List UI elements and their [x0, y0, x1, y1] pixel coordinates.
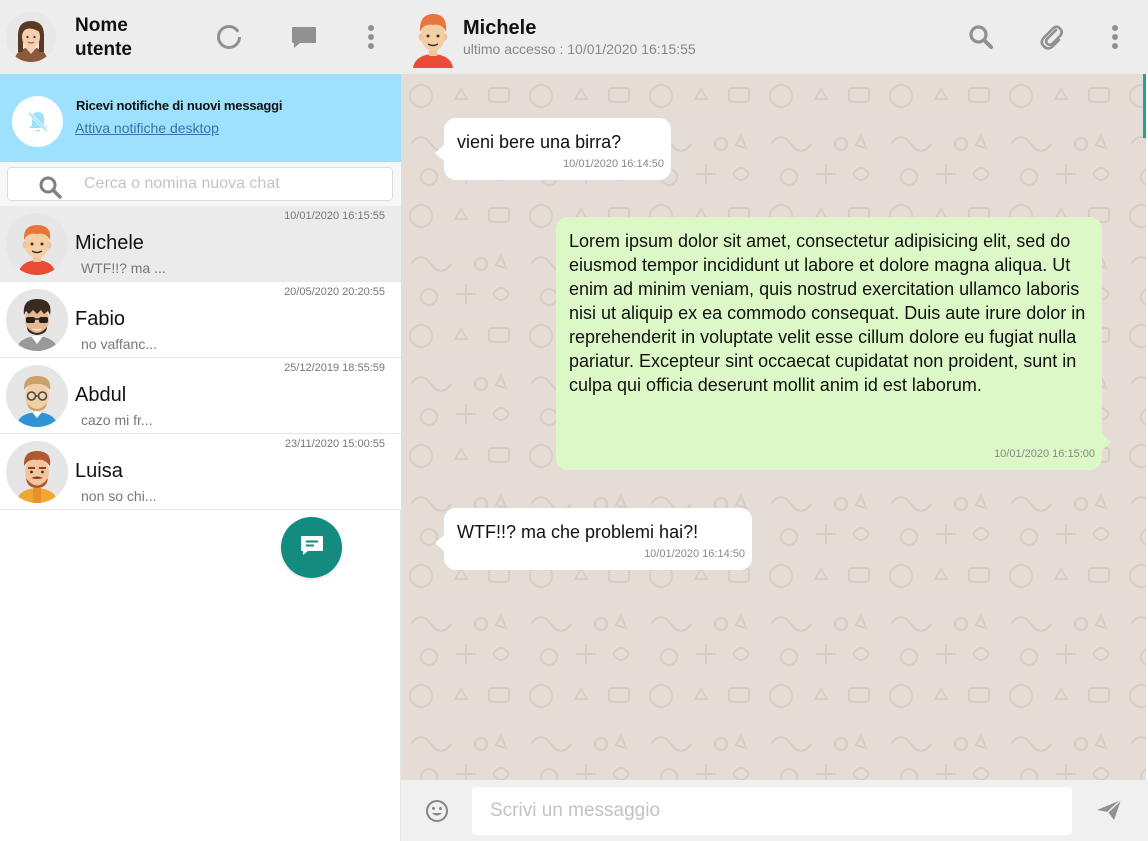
chat-name: Michele: [75, 232, 144, 254]
new-chat-icon: [299, 533, 325, 562]
status-ring-icon[interactable]: [214, 22, 244, 52]
search-box: [7, 167, 393, 201]
search-bar: [0, 162, 401, 206]
chat-time: 20/05/2020 20:20:55: [284, 286, 385, 298]
contact-avatar[interactable]: [409, 8, 457, 68]
message-list[interactable]: vieni bere una birra? 10/01/2020 16:14:5…: [401, 74, 1146, 780]
avatar: [6, 441, 68, 503]
user-avatar[interactable]: [6, 12, 56, 62]
avatar: [6, 289, 68, 351]
chat-item-luisa[interactable]: 23/11/2020 15:00:55 Luisa non so chi...: [0, 434, 401, 510]
chat-name: Fabio: [75, 308, 126, 330]
chat-last-message: cazo mi fr...: [81, 412, 153, 428]
scrollbar[interactable]: [1143, 74, 1146, 138]
search-input[interactable]: [84, 172, 384, 196]
enable-notifications-link[interactable]: Attiva notifiche desktop: [75, 120, 219, 136]
send-icon[interactable]: [1096, 798, 1122, 827]
message-text: Lorem ipsum dolor sit amet, consectetur …: [569, 231, 1086, 395]
chat-header: Michele ultimo accesso : 10/01/2020 16:1…: [401, 0, 1148, 74]
message-sent: Lorem ipsum dolor sit amet, consectetur …: [556, 217, 1111, 470]
avatar: [6, 213, 68, 275]
notification-banner: Ricevi notifiche di nuovi messaggi Attiv…: [0, 74, 401, 162]
search-icon[interactable]: [966, 22, 996, 52]
message-time: 10/01/2020 16:14:50: [563, 158, 664, 170]
chat-item-abdul[interactable]: 25/12/2019 18:55:59 Abdul cazo mi fr...: [0, 358, 401, 434]
compose-bar: [401, 780, 1148, 841]
chat-panel: Michele ultimo accesso : 10/01/2020 16:1…: [401, 0, 1148, 841]
menu-dots-icon[interactable]: [1102, 22, 1128, 52]
sidebar-header: Nome utente: [0, 0, 401, 74]
message-time: 10/01/2020 16:15:00: [994, 448, 1095, 460]
chat-item-michele[interactable]: 10/01/2020 16:15:55 Michele WTF!!? ma ..…: [0, 206, 401, 282]
chat-name: Abdul: [75, 384, 127, 406]
chat-time: 25/12/2019 18:55:59: [284, 362, 385, 374]
avatar: [6, 365, 68, 427]
menu-dots-icon[interactable]: [358, 22, 384, 52]
sidebar: Nome utente Ricevi notifiche di nuovi me…: [0, 0, 401, 841]
smiley-icon[interactable]: [425, 799, 449, 828]
bell-off-icon[interactable]: [12, 96, 63, 147]
message-received: WTF!!? ma che problemi hai?! 10/01/2020 …: [435, 508, 752, 570]
message-text: vieni bere una birra?: [457, 132, 622, 152]
contact-last-seen: ultimo accesso : 10/01/2020 16:15:55: [463, 41, 696, 57]
message-input[interactable]: [472, 787, 1072, 835]
chat-last-message: no vaffanc...: [81, 336, 158, 352]
chat-last-message: non so chi...: [81, 488, 157, 504]
chat-item-fabio[interactable]: 20/05/2020 20:20:55 Fabio no vaffanc...: [0, 282, 401, 358]
message-time: 10/01/2020 16:14:50: [644, 548, 745, 560]
chat-time: 23/11/2020 15:00:55: [284, 438, 385, 450]
notification-title: Ricevi notifiche di nuovi messaggi: [76, 98, 283, 113]
user-name: Nome utente: [75, 15, 132, 60]
chat-last-message: WTF!!? ma ...: [81, 260, 166, 276]
message-received: vieni bere una birra? 10/01/2020 16:14:5…: [435, 118, 671, 180]
search-icon: [38, 175, 62, 204]
chat-time: 10/01/2020 16:15:55: [284, 210, 385, 222]
message-text: WTF!!? ma che problemi hai?!: [457, 522, 699, 542]
new-chat-button[interactable]: [281, 517, 342, 578]
chat-icon[interactable]: [289, 22, 319, 52]
chat-name: Luisa: [75, 460, 123, 482]
chat-list: 10/01/2020 16:15:55 Michele WTF!!? ma ..…: [0, 206, 401, 510]
contact-name: Michele: [463, 17, 537, 39]
paperclip-icon[interactable]: [1037, 22, 1067, 52]
